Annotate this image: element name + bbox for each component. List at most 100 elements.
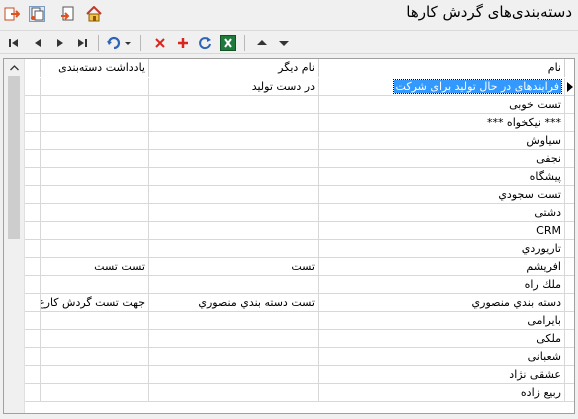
- cell-note[interactable]: [41, 186, 149, 204]
- cell-note[interactable]: [41, 312, 149, 330]
- vertical-scrollbar[interactable]: [4, 59, 25, 413]
- row-indicator[interactable]: [565, 348, 574, 366]
- cell-note[interactable]: [41, 168, 149, 186]
- cell-other-name[interactable]: [149, 96, 319, 114]
- cell-note[interactable]: [41, 276, 149, 294]
- table-row[interactable]: *** نیکخواه ***: [25, 114, 574, 132]
- row-indicator[interactable]: [565, 240, 574, 258]
- add-icon[interactable]: [175, 35, 191, 51]
- row-indicator[interactable]: [565, 204, 574, 222]
- cell-name[interactable]: نجفی: [319, 150, 565, 168]
- cell-name[interactable]: ربیع زاده: [319, 384, 565, 402]
- table-row[interactable]: دشتی: [25, 204, 574, 222]
- row-indicator[interactable]: [565, 384, 574, 402]
- column-header-other-name[interactable]: نام دیگر: [149, 59, 319, 77]
- cell-other-name[interactable]: [149, 114, 319, 132]
- cell-name[interactable]: دسته بندي منصوري: [319, 294, 565, 312]
- row-indicator[interactable]: [565, 114, 574, 132]
- table-row[interactable]: شعبانی: [25, 348, 574, 366]
- row-indicator[interactable]: [565, 132, 574, 150]
- last-record-icon[interactable]: [74, 35, 90, 51]
- sort-up-icon[interactable]: [254, 35, 270, 51]
- cell-other-name[interactable]: [149, 222, 319, 240]
- cell-name[interactable]: بایرامی: [319, 312, 565, 330]
- cell-name[interactable]: *** نیکخواه ***: [319, 114, 565, 132]
- table-row[interactable]: تست تست تست افریشم: [25, 258, 574, 276]
- row-indicator[interactable]: [565, 276, 574, 294]
- table-row[interactable]: تست خوبی: [25, 96, 574, 114]
- cell-name[interactable]: ملك راه: [319, 276, 565, 294]
- cell-name[interactable]: شعبانی: [319, 348, 565, 366]
- cell-name[interactable]: تاریوردي: [319, 240, 565, 258]
- home-icon[interactable]: [86, 5, 102, 22]
- cell-note[interactable]: [41, 96, 149, 114]
- scroll-up-icon[interactable]: [4, 59, 24, 76]
- row-indicator[interactable]: [565, 78, 574, 96]
- row-indicator[interactable]: [565, 258, 574, 276]
- table-row[interactable]: تست سجودي: [25, 186, 574, 204]
- table-row[interactable]: ربیع زاده: [25, 384, 574, 402]
- row-indicator[interactable]: [565, 150, 574, 168]
- table-row[interactable]: بایرامی: [25, 312, 574, 330]
- table-row[interactable]: CRM: [25, 222, 574, 240]
- exit-icon[interactable]: [4, 6, 21, 22]
- row-indicator[interactable]: [565, 222, 574, 240]
- row-indicator[interactable]: [565, 330, 574, 348]
- first-record-icon[interactable]: [6, 35, 22, 51]
- cell-other-name[interactable]: [149, 186, 319, 204]
- cell-note[interactable]: [41, 330, 149, 348]
- cell-other-name[interactable]: [149, 204, 319, 222]
- cell-note[interactable]: [41, 132, 149, 150]
- cell-name[interactable]: دشتی: [319, 204, 565, 222]
- cell-other-name[interactable]: [149, 168, 319, 186]
- excel-icon[interactable]: [220, 35, 236, 51]
- table-row[interactable]: عشقی نژاد: [25, 366, 574, 384]
- refresh-dropdown-icon[interactable]: [106, 35, 132, 51]
- cell-note[interactable]: [41, 222, 149, 240]
- row-indicator[interactable]: [565, 294, 574, 312]
- cell-note[interactable]: [41, 384, 149, 402]
- new-window-icon[interactable]: [60, 6, 76, 22]
- cell-note[interactable]: [41, 114, 149, 132]
- cell-note[interactable]: [41, 366, 149, 384]
- row-indicator[interactable]: [565, 312, 574, 330]
- cell-other-name[interactable]: [149, 330, 319, 348]
- delete-icon[interactable]: [152, 35, 168, 51]
- cell-other-name[interactable]: در دست تولید: [149, 78, 319, 96]
- reload-icon[interactable]: [197, 35, 213, 51]
- cell-other-name[interactable]: تست: [149, 258, 319, 276]
- cell-name[interactable]: تست سجودي: [319, 186, 565, 204]
- cell-name[interactable]: پیشگاه: [319, 168, 565, 186]
- cell-other-name[interactable]: [149, 366, 319, 384]
- table-row[interactable]: ملکی: [25, 330, 574, 348]
- cell-other-name[interactable]: [149, 384, 319, 402]
- next-record-icon[interactable]: [52, 35, 68, 51]
- row-indicator[interactable]: [565, 186, 574, 204]
- cell-note[interactable]: [41, 150, 149, 168]
- sort-down-icon[interactable]: [276, 35, 292, 51]
- row-indicator[interactable]: [565, 168, 574, 186]
- column-header-note[interactable]: يادداشت دسته‌بندی: [41, 59, 149, 77]
- cell-name[interactable]: CRM: [319, 222, 565, 240]
- table-row[interactable]: نجفی: [25, 150, 574, 168]
- cell-other-name[interactable]: [149, 150, 319, 168]
- table-row[interactable]: ملك راه: [25, 276, 574, 294]
- column-header-name[interactable]: نام: [319, 59, 565, 77]
- cell-note[interactable]: [41, 78, 149, 96]
- cell-other-name[interactable]: [149, 348, 319, 366]
- table-row[interactable]: تاریوردي: [25, 240, 574, 258]
- cell-other-name[interactable]: [149, 312, 319, 330]
- row-indicator[interactable]: [565, 366, 574, 384]
- scroll-thumb[interactable]: [8, 76, 20, 239]
- cell-name[interactable]: عشقی نژاد: [319, 366, 565, 384]
- cell-name[interactable]: ملکی: [319, 330, 565, 348]
- cell-name[interactable]: افریشم: [319, 258, 565, 276]
- table-row[interactable]: جهت تست گردش کارع تست دسته بندي منصوري دست…: [25, 294, 574, 312]
- row-indicator[interactable]: [565, 96, 574, 114]
- cell-other-name[interactable]: [149, 240, 319, 258]
- cell-other-name[interactable]: [149, 132, 319, 150]
- table-row[interactable]: سیاوش: [25, 132, 574, 150]
- table-row[interactable]: پیشگاه: [25, 168, 574, 186]
- cell-other-name[interactable]: تست دسته بندي منصوري: [149, 294, 319, 312]
- cell-note[interactable]: تست تست: [41, 258, 149, 276]
